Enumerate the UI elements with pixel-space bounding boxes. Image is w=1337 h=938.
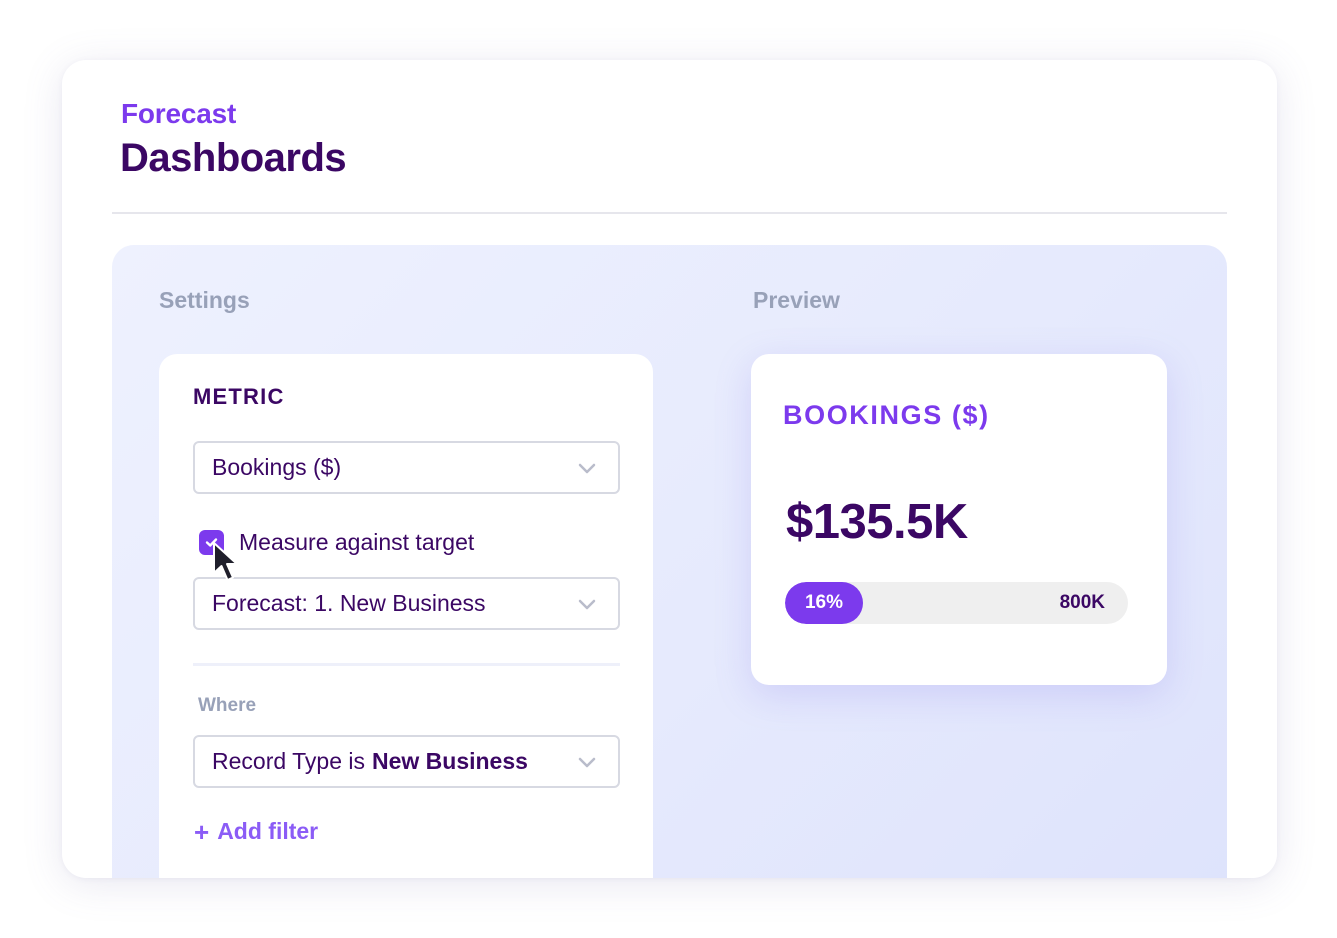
target-select-value: Forecast: 1. New Business xyxy=(212,590,486,616)
filter-select[interactable]: Record Type is New Business xyxy=(193,735,620,788)
chevron-down-icon xyxy=(578,757,596,768)
target-select[interactable]: Forecast: 1. New Business xyxy=(193,577,620,630)
plus-icon: + xyxy=(194,816,210,847)
settings-divider xyxy=(193,663,620,666)
chevron-down-icon xyxy=(578,599,596,610)
filter-select-prefix: Record Type is xyxy=(212,748,365,774)
add-filter-button[interactable]: + Add filter xyxy=(194,818,318,845)
progress-target-label: 800K xyxy=(1059,592,1105,613)
editor-panel: Settings Preview METRIC Bookings ($) Mea… xyxy=(112,245,1227,878)
chevron-down-icon xyxy=(578,463,596,474)
mouse-pointer-icon xyxy=(213,542,238,581)
metric-select-value: Bookings ($) xyxy=(212,454,342,480)
preview-card-title: BOOKINGS ($) xyxy=(783,400,990,430)
measure-target-label: Measure against target xyxy=(239,529,475,555)
header-divider xyxy=(112,212,1227,214)
settings-label: Settings xyxy=(159,287,250,313)
filter-select-value: New Business xyxy=(371,748,528,774)
where-label: Where xyxy=(198,695,257,716)
settings-card: METRIC Bookings ($) Measure against targ… xyxy=(159,354,653,878)
dashboard-window: Forecast Dashboards Settings Preview MET… xyxy=(62,60,1277,878)
progress-bar: 16% 800K xyxy=(785,582,1128,624)
progress-percent-label: 16% xyxy=(804,592,844,613)
preview-value: $135.5K xyxy=(786,495,968,549)
metric-select[interactable]: Bookings ($) xyxy=(193,441,620,494)
metric-heading: METRIC xyxy=(193,384,285,409)
preview-label: Preview xyxy=(753,287,840,313)
add-filter-label: Add filter xyxy=(217,818,319,844)
preview-card: BOOKINGS ($) $135.5K 16% 800K xyxy=(751,354,1167,685)
page-title: Dashboards xyxy=(120,136,347,180)
progress-fill: 16% xyxy=(785,582,863,624)
page-eyebrow: Forecast xyxy=(121,98,237,129)
